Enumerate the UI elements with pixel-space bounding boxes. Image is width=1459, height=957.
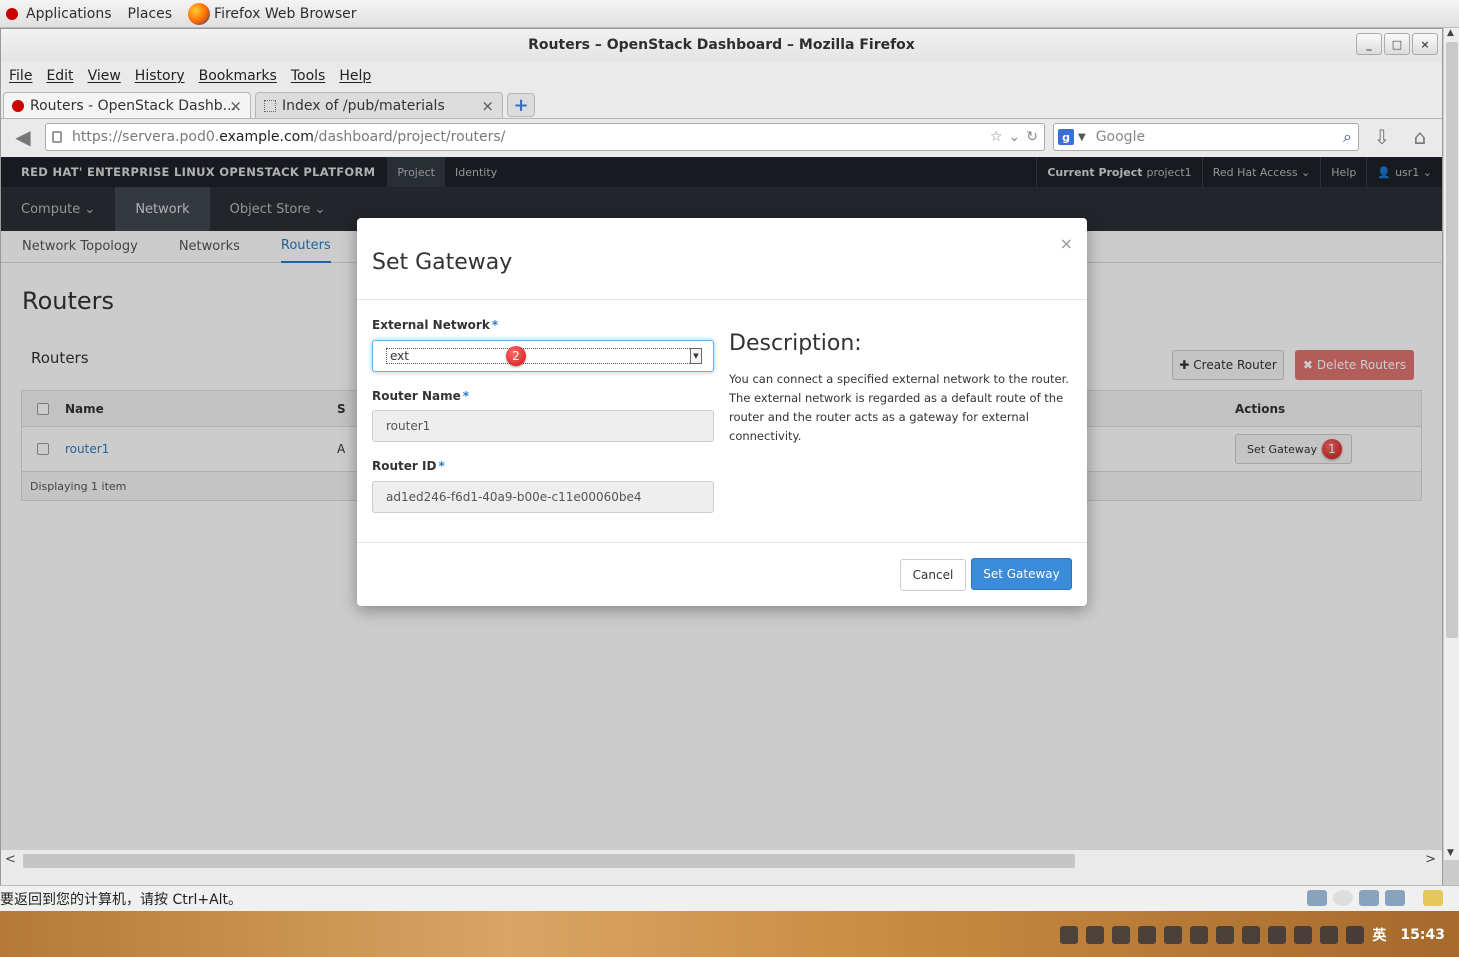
url-domain: example.com (219, 129, 314, 145)
reload-icon[interactable]: ↻ (1026, 129, 1038, 145)
bookmark-star-icon[interactable]: ☆ (990, 129, 1003, 145)
page-favicon-icon (264, 99, 276, 112)
close-icon[interactable]: × (1060, 234, 1073, 253)
download-icon[interactable]: ⇩ (1367, 123, 1397, 151)
vm-disk-icon[interactable] (1307, 890, 1327, 906)
set-gateway-modal: Set Gateway × External Network * ext ▼ 2 … (357, 218, 1087, 606)
select-value-box: ext ▼ (386, 348, 702, 364)
menu-help[interactable]: Help (339, 68, 371, 84)
menubar: File Edit View History Bookmarks Tools H… (1, 61, 1442, 91)
modal-title: Set Gateway (372, 250, 513, 275)
taskbar-clock[interactable]: 15:43 (1400, 927, 1445, 943)
menu-file[interactable]: File (9, 68, 32, 84)
url-prefix: https://servera.pod0. (72, 129, 220, 145)
tray-printer-icon[interactable] (1190, 926, 1209, 944)
scroll-up-icon[interactable]: ▲ (1447, 28, 1454, 38)
menu-view[interactable]: View (88, 68, 121, 84)
new-tab-button[interactable]: + (507, 93, 535, 117)
router-id-label: Router ID * (372, 459, 445, 473)
vm-status-bar: 要返回到您的计算机，请按 Ctrl+Alt。 (0, 885, 1459, 911)
wifi-icon[interactable] (1294, 926, 1313, 944)
window-titlebar[interactable]: Routers – OpenStack Dashboard – Mozilla … (1, 29, 1442, 61)
redhat-icon (6, 7, 18, 20)
firefox-window: Routers – OpenStack Dashboard – Mozilla … (0, 28, 1443, 910)
maximize-button[interactable]: □ (1384, 33, 1410, 55)
tab-index-materials[interactable]: Index of /pub/materials × (255, 92, 503, 118)
vm-display-icon[interactable] (1385, 890, 1405, 906)
google-icon[interactable]: g (1058, 129, 1074, 145)
tray-app-icon[interactable] (1060, 926, 1079, 944)
tray-globe-icon[interactable] (1216, 926, 1235, 944)
ime-indicator[interactable]: 英 (1372, 925, 1386, 945)
tray-nvidia-icon[interactable] (1138, 926, 1157, 944)
external-network-select[interactable]: ext ▼ 2 (372, 340, 714, 372)
redhat-favicon-icon (12, 99, 24, 112)
url-path: /dashboard/project/routers/ (313, 129, 506, 145)
minimize-button[interactable]: _ (1356, 33, 1382, 55)
tray-usb-icon[interactable] (1112, 926, 1131, 944)
search-placeholder: Google (1095, 129, 1146, 145)
scroll-left-icon[interactable]: < (5, 852, 16, 867)
tray-security-icon[interactable] (1164, 926, 1183, 944)
tray-plus-icon[interactable] (1242, 926, 1261, 944)
step-marker-2: 2 (506, 346, 526, 366)
vm-network-icon[interactable] (1359, 890, 1379, 906)
modal-footer: Cancel Set Gateway (357, 542, 1087, 606)
close-window-button[interactable]: × (1412, 33, 1438, 55)
router-id-field[interactable]: ad1ed246-f6d1-40a9-b00e-c11e00060be4 (372, 481, 714, 513)
gnome-top-panel: Applications Places Firefox Web Browser (0, 0, 1459, 28)
horizontal-scrollbar[interactable]: < > (1, 849, 1442, 871)
set-gateway-submit-button[interactable]: Set Gateway (971, 558, 1072, 590)
vm-cd-icon[interactable] (1333, 890, 1353, 906)
close-tab-icon[interactable]: × (229, 97, 242, 115)
description-text: You can connect a specified external net… (729, 372, 1069, 443)
tab-strip: Routers - OpenStack Dashb... × Index of … (1, 91, 1442, 119)
history-dropdown-icon[interactable]: ⌄ (1009, 129, 1021, 145)
router-name-field[interactable]: router1 (372, 410, 714, 442)
search-bar[interactable]: g ▼ Google ⌕ (1053, 123, 1359, 151)
chevron-down-icon[interactable]: ▼ (690, 348, 702, 364)
battery-icon[interactable] (1268, 926, 1287, 944)
scroll-down-icon[interactable]: ▼ (1447, 848, 1454, 858)
url-bar[interactable]: https://servera.pod0. example.com/dashboa… (45, 123, 1045, 151)
search-engine-dropdown-icon[interactable]: ▼ (1078, 132, 1086, 143)
navigation-toolbar: ◀ https://servera.pod0. example.com/dashb… (1, 119, 1442, 155)
modal-header: Set Gateway × (357, 218, 1087, 300)
system-tray: 英 15:43 (1060, 925, 1459, 945)
places-menu[interactable]: Places (128, 6, 173, 22)
tray-qq-icon[interactable] (1086, 926, 1105, 944)
back-arrow-icon[interactable]: ◀ (7, 123, 39, 151)
page-content: RED HAT' ENTERPRISE LINUX OPENSTACK PLAT… (1, 157, 1442, 849)
vm-status-text: 要返回到您的计算机，请按 Ctrl+Alt。 (0, 891, 243, 908)
vm-notes-icon[interactable] (1423, 890, 1443, 906)
notification-icon[interactable] (1346, 926, 1365, 944)
router-name-label: Router Name * (372, 389, 470, 403)
lock-icon (52, 131, 62, 143)
firefox-icon (188, 2, 211, 25)
vertical-scroll-thumb[interactable] (1446, 42, 1458, 638)
description-title: Description: (729, 331, 862, 356)
search-icon[interactable]: ⌕ (1343, 127, 1352, 147)
applications-menu[interactable]: Applications (0, 6, 112, 22)
scroll-right-icon[interactable]: > (1425, 852, 1436, 867)
horizontal-scroll-thumb[interactable] (23, 854, 1075, 868)
menu-edit[interactable]: Edit (46, 68, 73, 84)
menu-tools[interactable]: Tools (291, 68, 326, 84)
menu-bookmarks[interactable]: Bookmarks (199, 68, 277, 84)
external-network-label: External Network * (372, 318, 499, 332)
cancel-button[interactable]: Cancel (900, 559, 966, 591)
tab-routers[interactable]: Routers - OpenStack Dashb... × (3, 92, 251, 118)
home-icon[interactable]: ⌂ (1405, 123, 1435, 151)
windows-taskbar: 英 15:43 (0, 911, 1459, 957)
active-app-menu[interactable]: Firefox Web Browser (188, 2, 357, 25)
volume-icon[interactable] (1320, 926, 1339, 944)
close-tab-icon[interactable]: × (481, 97, 494, 115)
window-title: Routers – OpenStack Dashboard – Mozilla … (528, 37, 915, 53)
vertical-scrollbar[interactable]: ▲ ▼ (1443, 28, 1459, 860)
menu-history[interactable]: History (135, 68, 185, 84)
